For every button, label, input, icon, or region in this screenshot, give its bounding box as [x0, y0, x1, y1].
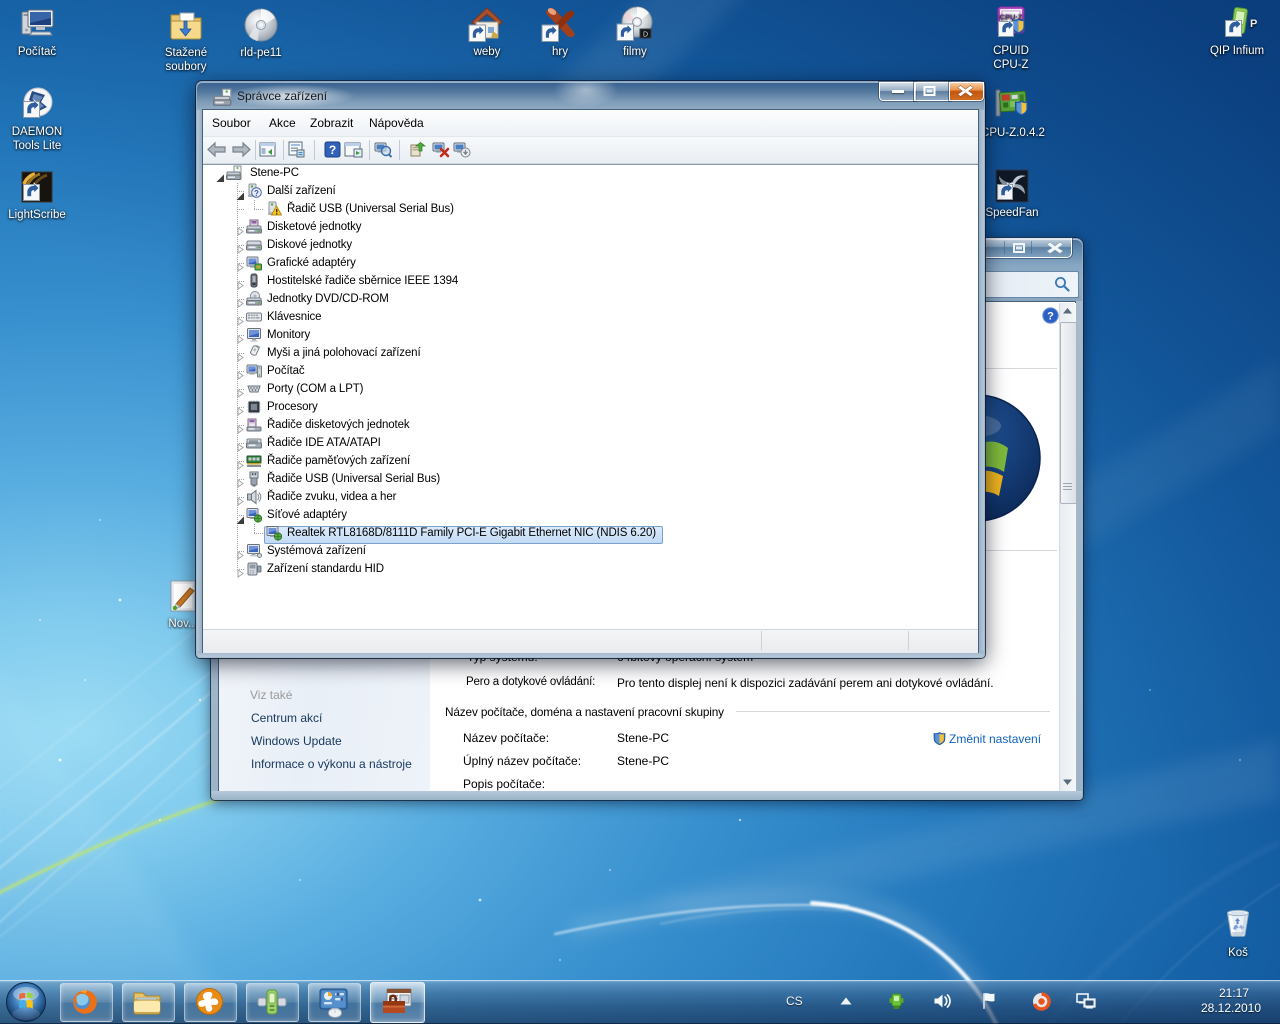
svg-text:?: ?: [329, 143, 336, 157]
svg-text:?: ?: [1047, 311, 1054, 323]
svg-text:D: D: [643, 32, 648, 39]
svg-text:P: P: [1250, 18, 1257, 30]
svg-text:?: ?: [254, 189, 259, 198]
